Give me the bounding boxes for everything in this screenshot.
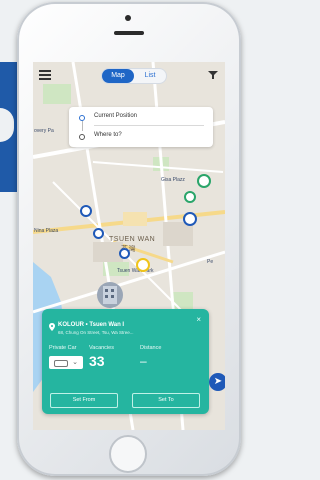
route-destination[interactable]: Where to? bbox=[69, 128, 213, 146]
menu-icon[interactable] bbox=[39, 70, 51, 80]
carpark-marker[interactable] bbox=[119, 248, 130, 259]
carpark-info-card[interactable]: × KOLOUR • Tsuen Wan I 68, Chung On Stre… bbox=[42, 309, 209, 414]
home-button[interactable] bbox=[109, 435, 147, 473]
front-camera bbox=[125, 15, 131, 21]
destination-label: Where to? bbox=[94, 132, 122, 138]
tab-map[interactable]: Map bbox=[102, 69, 134, 83]
map-label-nina: Nina Plaza bbox=[34, 228, 59, 234]
vacancies-label: Vacancies bbox=[89, 345, 114, 351]
vehicle-type-select[interactable]: ⌄ bbox=[49, 356, 83, 369]
map-label-district: TSUEN WAN bbox=[109, 236, 156, 243]
carpark-marker[interactable] bbox=[93, 228, 104, 239]
location-pin-icon bbox=[49, 323, 55, 331]
set-from-button[interactable]: Set From bbox=[50, 393, 118, 408]
distance-value: – bbox=[140, 354, 147, 368]
phone-frame: Map List Current Position Where to? over… bbox=[17, 2, 241, 476]
distance-label: Distance bbox=[140, 345, 162, 351]
carpark-marker[interactable] bbox=[183, 212, 197, 226]
carpark-building-icon bbox=[97, 282, 123, 308]
chevron-down-icon: ⌄ bbox=[72, 359, 78, 366]
route-panel: Current Position Where to? bbox=[69, 107, 213, 147]
route-divider bbox=[94, 125, 204, 126]
carpark-address: 68, Chung On Street, Tsu, Wa Stree... bbox=[58, 330, 134, 335]
map-label-recovery: overy Pa bbox=[34, 128, 54, 134]
speaker-grille bbox=[114, 31, 144, 35]
vehicle-type-label: Private Car bbox=[49, 345, 77, 351]
carpark-marker[interactable] bbox=[184, 191, 196, 203]
navigate-icon[interactable]: ➤ bbox=[209, 373, 225, 391]
map-label-ocean: Gisa Plazz bbox=[161, 177, 185, 183]
destination-dot-icon bbox=[79, 134, 85, 140]
phone-screen: Map List Current Position Where to? over… bbox=[33, 62, 225, 430]
carpark-marker-selected[interactable] bbox=[136, 258, 150, 272]
carpark-marker[interactable] bbox=[80, 205, 92, 217]
filter-icon[interactable] bbox=[208, 70, 218, 80]
view-toggle: Map List bbox=[102, 69, 166, 83]
car-icon bbox=[54, 360, 68, 367]
set-to-button[interactable]: Set To bbox=[132, 393, 200, 408]
tab-list[interactable]: List bbox=[134, 69, 166, 83]
carpark-marker[interactable] bbox=[197, 174, 211, 188]
map-label-right: Pe bbox=[207, 259, 214, 265]
vacancies-value: 33 bbox=[89, 353, 105, 369]
top-bar: Map List bbox=[33, 62, 225, 84]
origin-label: Current Position bbox=[94, 113, 138, 119]
carpark-title: KOLOUR • Tsuen Wan I bbox=[58, 322, 125, 328]
close-icon[interactable]: × bbox=[196, 315, 201, 324]
